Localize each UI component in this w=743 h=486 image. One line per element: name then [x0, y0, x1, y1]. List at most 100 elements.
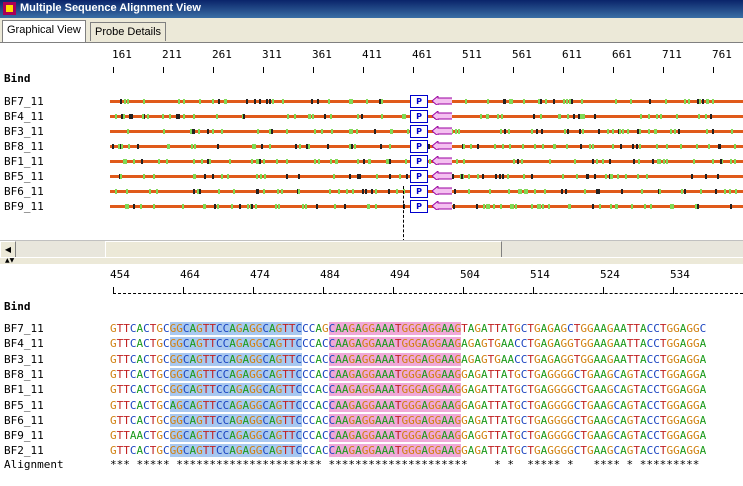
primer-arrow-icon[interactable] [432, 201, 452, 210]
detail-ruler-label: 534 [670, 268, 690, 281]
overview-ruler-tick [313, 67, 314, 73]
nucleotide: A [335, 337, 342, 351]
probe-marker[interactable]: P [410, 140, 428, 153]
detail-sequence[interactable]: GTTCACTGCGGCAGTTCCAGAGGCAGTTCCCACCAAGAGG… [110, 337, 706, 351]
detail-sequence[interactable]: GTTCACTGCAGCAGTTCCAGAGGCAGTTCCCACCAAGAGG… [110, 398, 706, 412]
scroll-left-button[interactable]: ◀ [0, 241, 16, 258]
mismatch-mark [715, 189, 717, 194]
overview-sequence-name[interactable]: BF3_11 [4, 125, 44, 138]
detail-sequence[interactable]: GTTCACTGCGGCAGTTCCAGAGGCAGTTCCCACCAAGAGG… [110, 352, 706, 366]
nucleotide: A [447, 413, 455, 427]
mismatch-mark [567, 129, 569, 134]
scroll-thumb[interactable] [105, 241, 502, 258]
nucleotide: G [249, 352, 256, 366]
primer-arrow-icon[interactable] [432, 156, 452, 165]
nucleotide: A [481, 383, 488, 397]
overview-ruler-tick [563, 67, 564, 73]
nucleotide: A [315, 367, 322, 381]
primer-arrow-icon[interactable] [432, 96, 452, 105]
detail-sequence[interactable]: GTTCACTGCGGCAGTTCCAGAGGCAGTTCCCAGCAAGAGG… [110, 322, 706, 335]
detail-sequence-name[interactable]: BF2_11 [4, 444, 44, 457]
nucleotide: C [143, 352, 150, 366]
variation-mark [639, 144, 641, 149]
nucleotide: C [653, 322, 660, 335]
detail-ruler-tick [603, 287, 604, 294]
nucleotide: T [659, 337, 667, 351]
probe-marker[interactable]: P [410, 185, 428, 198]
probe-marker[interactable]: P [410, 170, 428, 183]
probe-marker[interactable]: P [410, 110, 428, 123]
overview-scrollbar[interactable]: ◀ [0, 240, 743, 258]
nucleotide: G [249, 337, 256, 351]
nucleotide: G [547, 322, 554, 335]
primer-arrow-icon[interactable] [432, 111, 452, 120]
probe-marker[interactable]: P [410, 95, 428, 108]
nucleotide: T [580, 383, 587, 397]
mismatch-mark [541, 129, 543, 134]
nucleotide: T [394, 337, 402, 351]
nucleotide: T [633, 413, 640, 427]
detail-ruler-tick [463, 287, 464, 294]
probe-marker[interactable]: P [410, 200, 428, 213]
overview-sequence-name[interactable]: BF7_11 [4, 95, 44, 108]
nucleotide: C [129, 398, 137, 412]
nucleotide: G [514, 429, 521, 443]
mismatch-mark [349, 174, 351, 179]
detail-sequence-name[interactable]: BF6_11 [4, 414, 44, 427]
overview-sequence-name[interactable]: BF8_11 [4, 140, 44, 153]
variation-mark [376, 174, 378, 179]
detail-ruler-label: 484 [320, 268, 340, 281]
overview-sequence-name[interactable]: BF5_11 [4, 170, 44, 183]
detail-sequence-name[interactable]: BF4_11 [4, 337, 44, 350]
primer-arrow-icon[interactable] [432, 186, 452, 195]
overview-ruler-tick [513, 67, 514, 73]
variation-mark [429, 159, 431, 164]
nucleotide: G [686, 413, 693, 427]
detail-sequence[interactable]: GTTCACTGCGGCAGTTCCAGAGGCAGTTCCCACCAAGAGG… [110, 367, 706, 381]
probe-marker[interactable]: P [410, 155, 428, 168]
nucleotide: T [527, 352, 534, 366]
tab-probe-details[interactable]: Probe Details [90, 22, 167, 41]
detail-sequence[interactable]: GTTCACTGCGGCAGTTCCAGAGGCAGTTCCCACCAAGAGG… [110, 383, 706, 397]
overview-sequence-name[interactable]: BF4_11 [4, 110, 44, 123]
nucleotide: A [335, 413, 342, 427]
overview-sequence-name[interactable]: BF9_11 [4, 200, 44, 213]
detail-sequence-name[interactable]: BF3_11 [4, 353, 44, 366]
variation-mark [509, 144, 511, 149]
nucleotide: G [534, 444, 541, 458]
probe-marker[interactable]: P [410, 125, 428, 138]
primer-arrow-icon[interactable] [432, 171, 452, 180]
mismatch-mark [259, 99, 261, 104]
detail-sequence[interactable]: GTTCACTGCGGCAGTTCCAGAGGCAGTTCCCACCAAGAGG… [110, 444, 706, 458]
detail-sequence-name[interactable]: BF7_11 [4, 322, 44, 335]
splitter-arrows-icon: ▲▼ [5, 257, 15, 264]
nucleotide: T [527, 367, 534, 381]
variation-mark [399, 174, 401, 179]
detail-sequence-name[interactable]: BF5_11 [4, 399, 44, 412]
nucleotide: A [421, 429, 428, 443]
overview-sequence-name[interactable]: BF6_11 [4, 185, 44, 198]
variation-mark [331, 129, 333, 134]
nucleotide: T [461, 322, 468, 335]
detail-sequence-name[interactable]: BF8_11 [4, 368, 44, 381]
mismatch-mark [533, 114, 535, 119]
variation-mark [128, 144, 130, 149]
variation-mark [143, 99, 145, 104]
detail-ruler-tick [183, 287, 184, 294]
nucleotide: A [500, 367, 508, 381]
variation-mark [120, 174, 122, 179]
variation-mark [539, 204, 541, 209]
variation-mark [294, 114, 296, 119]
nucleotide: T [494, 383, 501, 397]
primer-arrow-icon[interactable] [432, 141, 452, 150]
detail-sequence-name[interactable]: BF9_11 [4, 429, 44, 442]
nucleotide: G [567, 383, 574, 397]
tab-graphical-view[interactable]: Graphical View [2, 20, 86, 42]
detail-sequence-name[interactable]: BF1_11 [4, 383, 44, 396]
primer-arrow-icon[interactable] [432, 126, 452, 135]
variation-mark [486, 114, 488, 119]
overview-sequence-name[interactable]: BF1_11 [4, 155, 44, 168]
detail-sequence[interactable]: GTTCACTGCGGCAGTTCCAGAGGCAGTTCCCACCAAGAGG… [110, 413, 706, 427]
nucleotide: A [269, 383, 276, 397]
detail-sequence[interactable]: GTTAACTGCGGCAGTTCCAGAGGCAGTTCCCACCAAGAGG… [110, 429, 706, 443]
